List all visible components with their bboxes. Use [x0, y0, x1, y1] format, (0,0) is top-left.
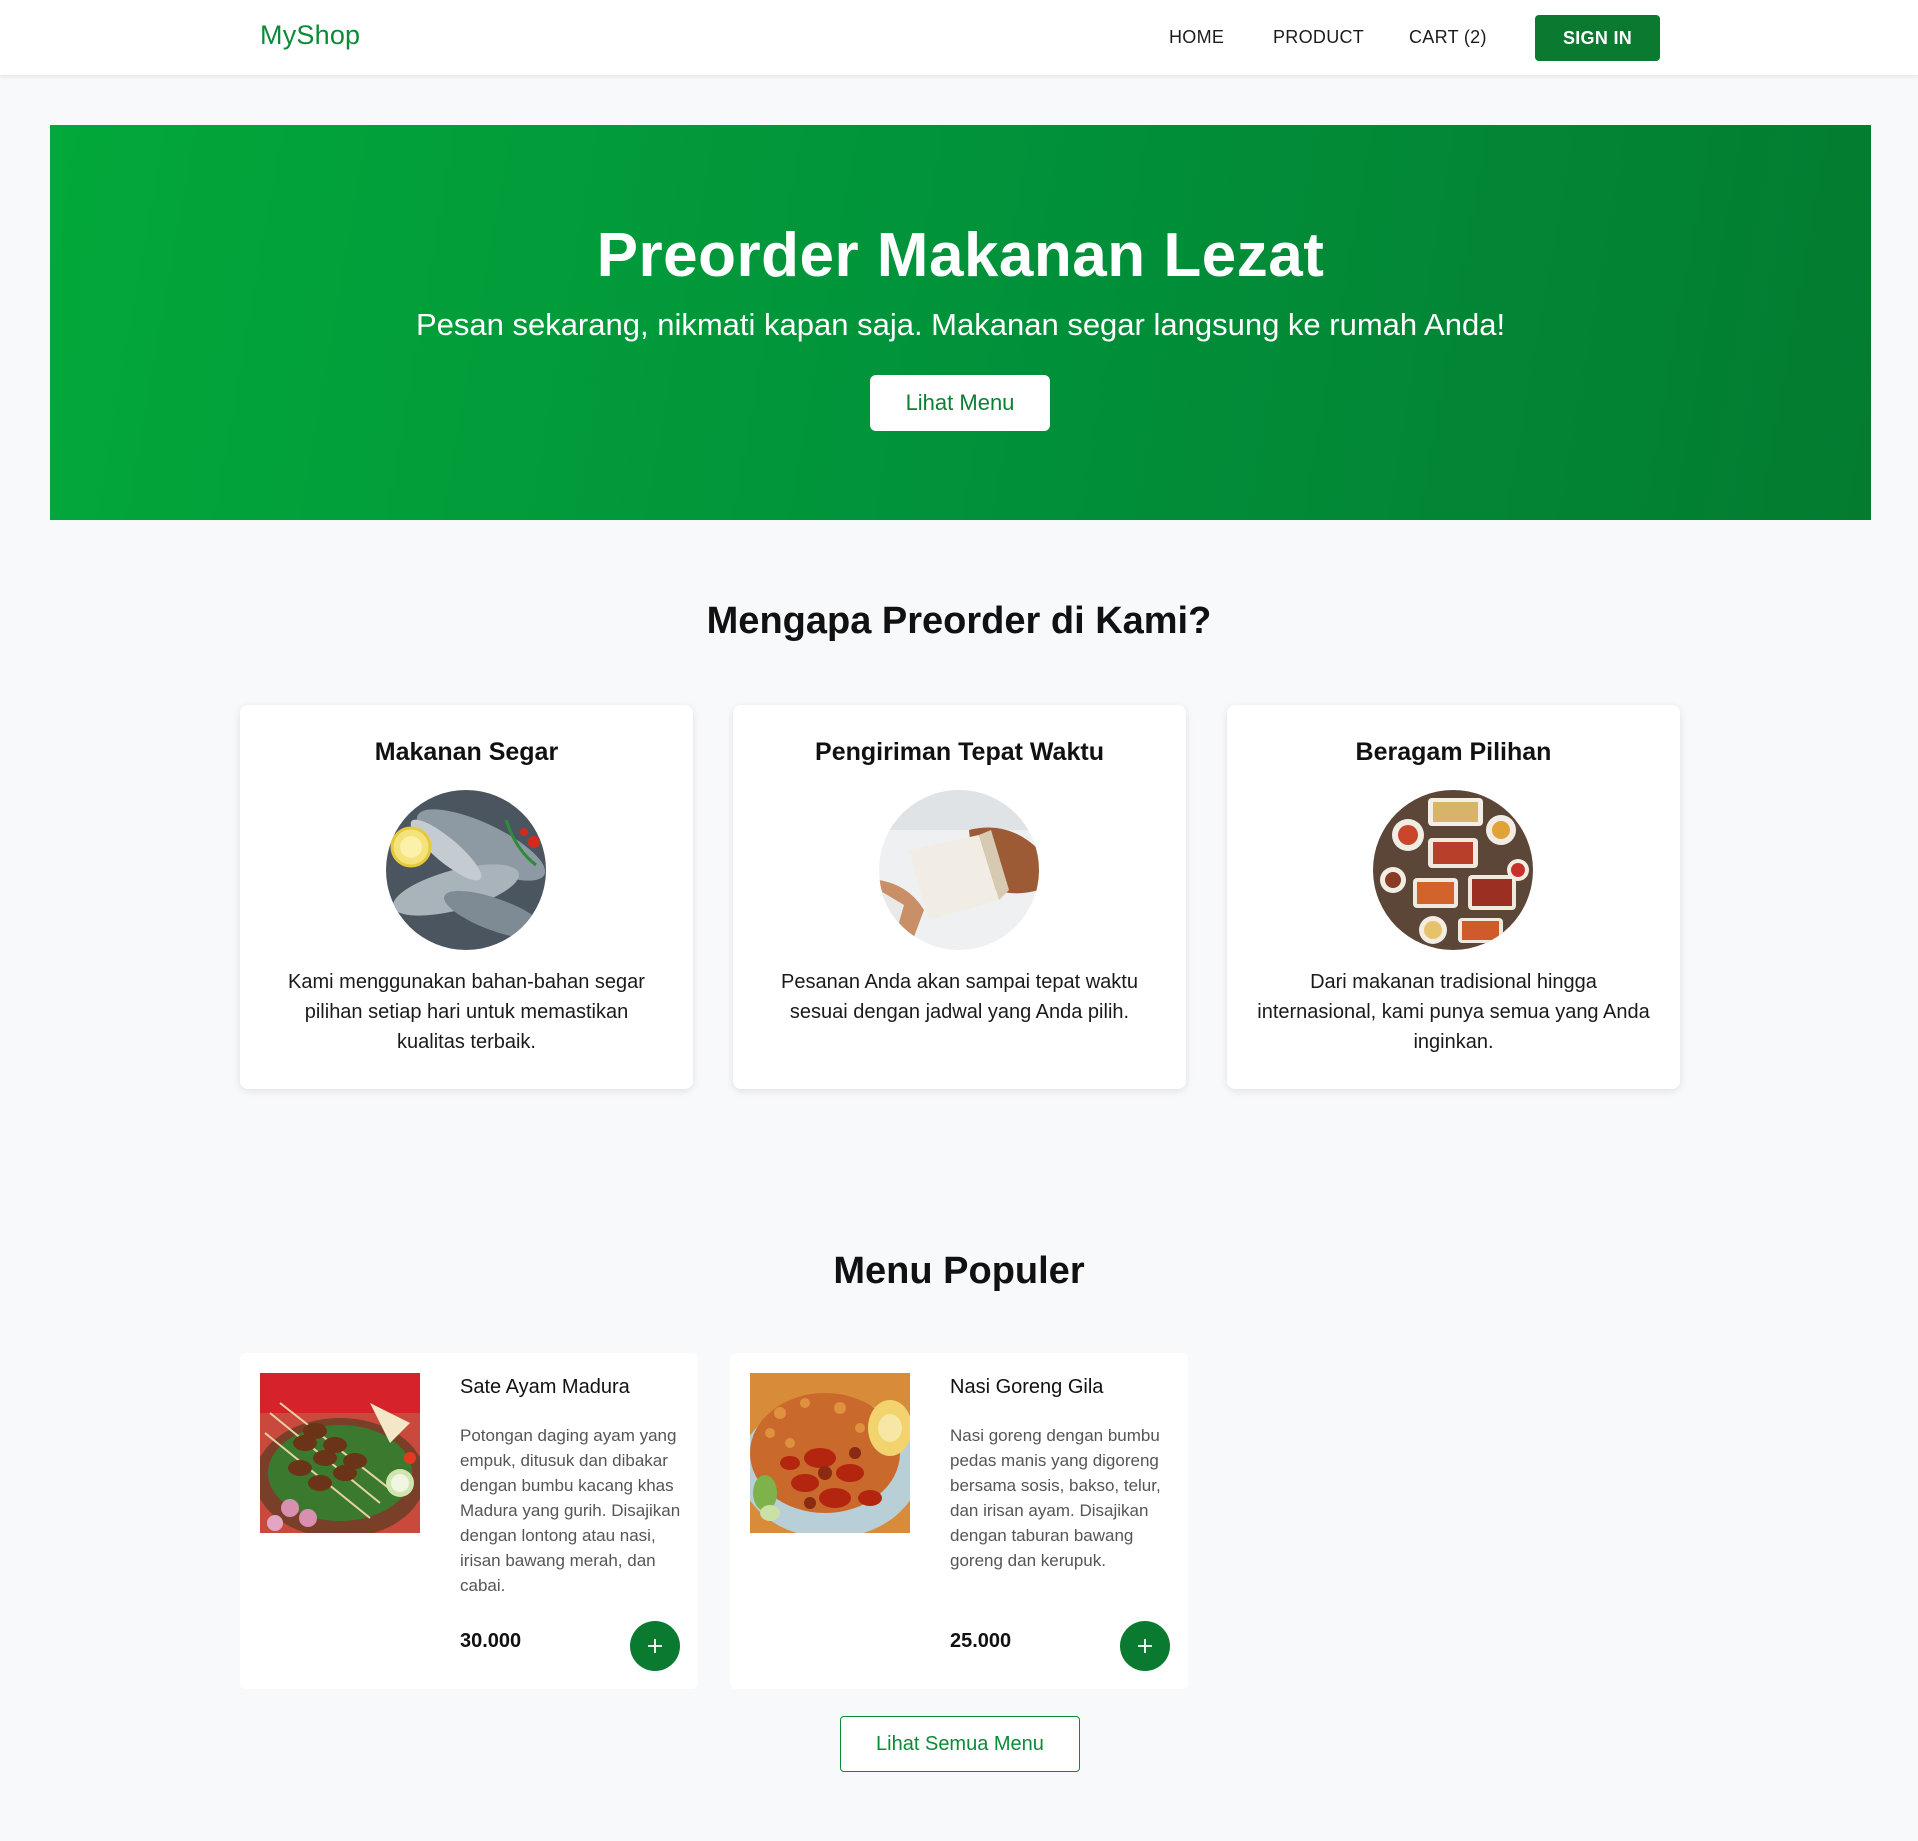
feature-card-on-time-delivery: Pengiriman Tepat Waktu Pesanan Anda akan… [733, 705, 1186, 1089]
menu-item-description: Nasi goreng dengan bumbu pedas manis yan… [950, 1426, 1161, 1570]
menu-card-sate-ayam: Sate Ayam Madura Potongan daging ayam ya… [240, 1353, 698, 1689]
hero-subtitle: Pesan sekarang, nikmati kapan saja. Maka… [415, 307, 1506, 342]
fresh-fish-image [386, 790, 546, 950]
menu-card-nasi-goreng: Nasi Goreng Gila Nasi goreng dengan bumb… [730, 1353, 1188, 1689]
nav-cart[interactable]: CART (2) [1409, 27, 1487, 48]
add-to-cart-button[interactable] [1120, 1621, 1170, 1671]
delivery-box-image [879, 790, 1039, 950]
feature-card-fresh-food: Makanan Segar Kami menggunakan bahan-bah… [240, 705, 693, 1089]
brand-logo[interactable]: MyShop [260, 20, 360, 51]
menu-section-title: Menu Populer [833, 1250, 1085, 1292]
menu-item-description: Potongan daging ayam yang empuk, ditusuk… [460, 1426, 681, 1595]
feature-title: Pengiriman Tepat Waktu [815, 738, 1104, 766]
plus-icon [648, 1639, 662, 1653]
view-menu-button[interactable]: Lihat Menu [870, 375, 1050, 431]
menu-item-price: 30.000 [460, 1630, 522, 1652]
sign-in-button[interactable]: SIGN IN [1535, 15, 1660, 61]
food-spread-image [1373, 790, 1533, 950]
feature-text: Dari makanan tradisional hingga internas… [1257, 971, 1650, 1053]
nasi-goreng-image [750, 1373, 910, 1533]
view-all-menu-button[interactable]: Lihat Semua Menu [840, 1716, 1080, 1772]
hero-banner: Preorder Makanan Lezat Pesan sekarang, n… [50, 125, 1871, 520]
navbar: MyShop HOME PRODUCT CART (2) SIGN IN [0, 0, 1918, 75]
why-section-title: Mengapa Preorder di Kami? [706, 600, 1212, 642]
plus-icon [1138, 1639, 1152, 1653]
feature-text: Kami menggunakan bahan-bahan segar pilih… [288, 971, 645, 1053]
menu-item-name: Sate Ayam Madura [460, 1376, 630, 1398]
menu-item-name: Nasi Goreng Gila [950, 1376, 1104, 1398]
nav-home[interactable]: HOME [1169, 27, 1224, 48]
add-to-cart-button[interactable] [630, 1621, 680, 1671]
feature-title: Beragam Pilihan [1355, 738, 1552, 766]
menu-item-price: 25.000 [950, 1630, 1012, 1652]
feature-card-variety: Beragam Pilihan Dari makanan tradisional… [1227, 705, 1680, 1089]
feature-title: Makanan Segar [374, 738, 559, 766]
hero-title: Preorder Makanan Lezat [596, 221, 1325, 290]
sate-ayam-image [260, 1373, 420, 1533]
feature-text: Pesanan Anda akan sampai tepat waktu ses… [781, 971, 1138, 1023]
nav-product[interactable]: PRODUCT [1273, 27, 1364, 48]
